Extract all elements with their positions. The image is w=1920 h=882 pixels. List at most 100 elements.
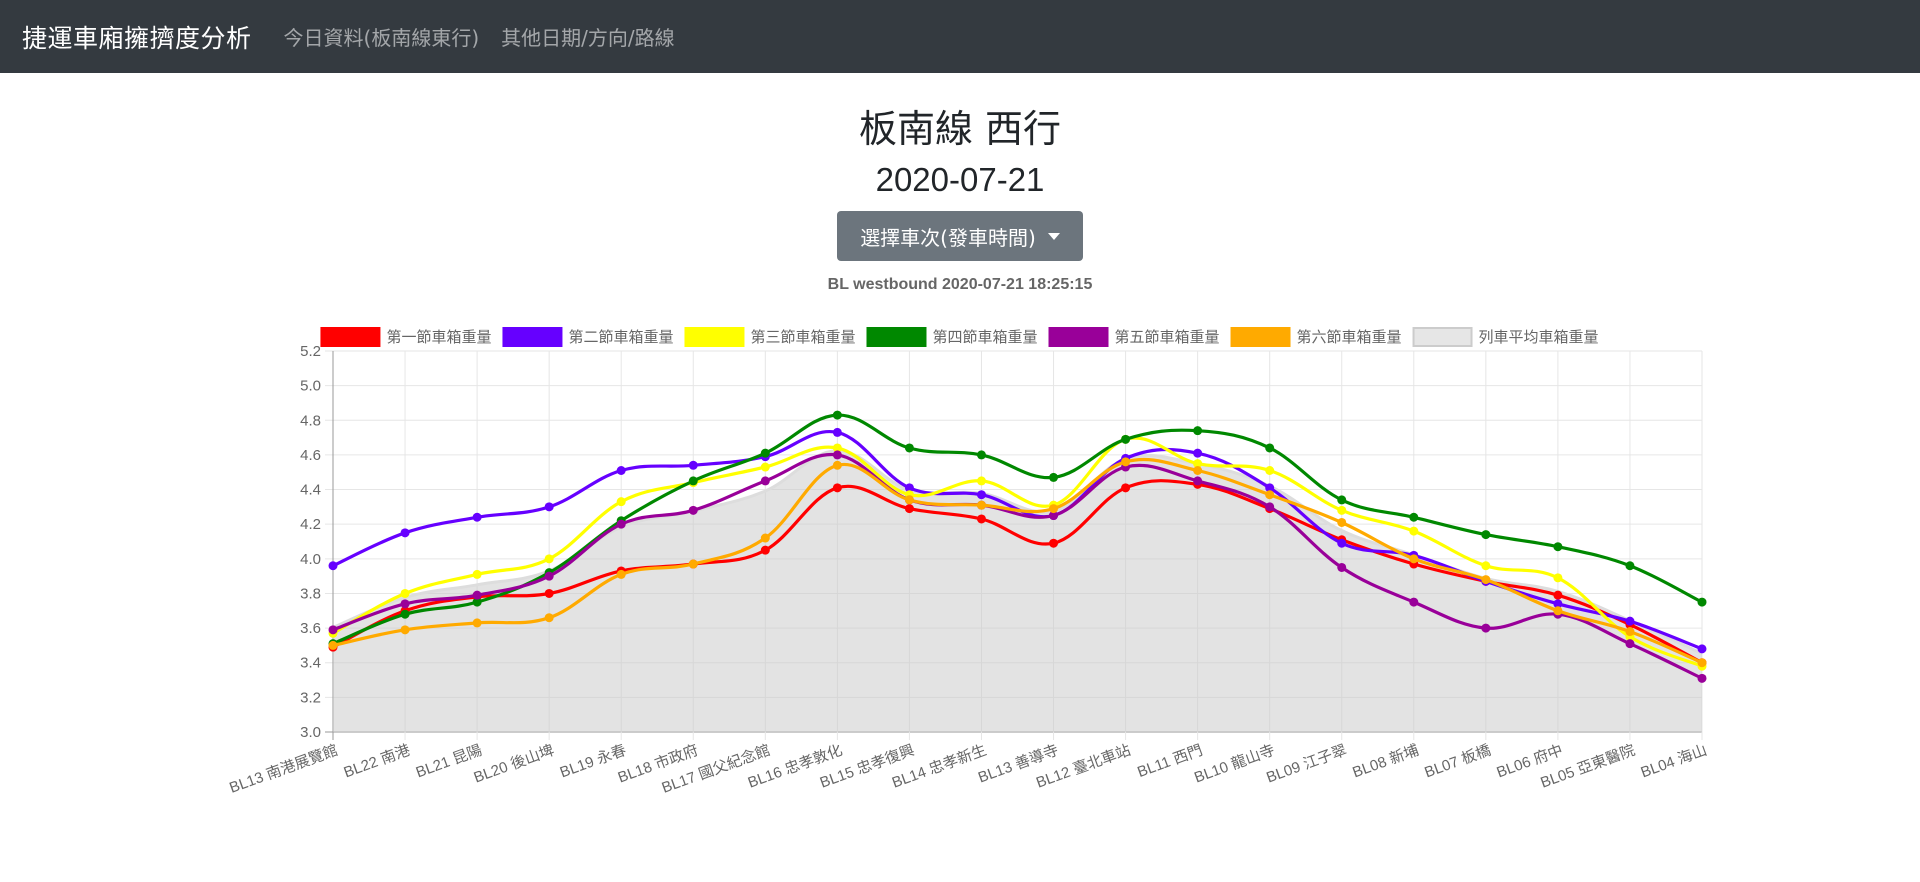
data-point[interactable]	[1265, 502, 1275, 512]
data-point[interactable]	[760, 448, 770, 458]
data-point[interactable]	[1049, 504, 1059, 514]
data-point[interactable]	[328, 640, 338, 650]
legend-item-1[interactable]: 第一節車箱重量	[320, 327, 491, 347]
legend-item-7[interactable]: 列車平均車箱重量	[1412, 327, 1599, 347]
data-point[interactable]	[1049, 538, 1059, 548]
navbar: 捷運車廂擁擠度分析 今日資料(板南線東行) 其他日期/方向/路線	[0, 0, 1920, 73]
data-point[interactable]	[832, 450, 842, 460]
data-point[interactable]	[1697, 673, 1707, 683]
data-point[interactable]	[904, 495, 914, 505]
x-tick-label: BL08 新埔	[1350, 742, 1421, 782]
data-point[interactable]	[1481, 623, 1491, 633]
data-point[interactable]	[472, 569, 482, 579]
data-point[interactable]	[1409, 526, 1419, 536]
data-point[interactable]	[760, 476, 770, 486]
data-point[interactable]	[1121, 483, 1131, 493]
data-point[interactable]	[616, 569, 626, 579]
data-point[interactable]	[328, 625, 338, 635]
legend-swatch	[1048, 327, 1109, 347]
legend-item-5[interactable]: 第五節車箱重量	[1048, 327, 1220, 347]
data-point[interactable]	[400, 625, 410, 635]
legend-item-2[interactable]: 第二節車箱重量	[502, 327, 673, 347]
data-point[interactable]	[760, 545, 770, 555]
data-point[interactable]	[1121, 434, 1131, 444]
data-point[interactable]	[1553, 590, 1563, 600]
data-point[interactable]	[832, 427, 842, 437]
data-point[interactable]	[544, 588, 554, 598]
data-point[interactable]	[616, 497, 626, 507]
data-point[interactable]	[1553, 573, 1563, 583]
data-point[interactable]	[1049, 472, 1059, 482]
data-point[interactable]	[544, 502, 554, 512]
data-point[interactable]	[1553, 606, 1563, 616]
data-point[interactable]	[976, 450, 986, 460]
data-point[interactable]	[1697, 658, 1707, 668]
data-point[interactable]	[1481, 530, 1491, 540]
data-point[interactable]	[400, 528, 410, 538]
data-point[interactable]	[1625, 639, 1635, 649]
crowding-line-chart: BL westbound 2020-07-21 18:25:15 第一節車箱重量…	[227, 276, 1709, 797]
data-point[interactable]	[688, 460, 698, 470]
data-point[interactable]	[1337, 538, 1347, 548]
data-point[interactable]	[1481, 561, 1491, 571]
legend-swatch	[1230, 327, 1291, 347]
data-point[interactable]	[1121, 457, 1131, 467]
nav-link-other-dates[interactable]: 其他日期/方向/路線	[501, 22, 674, 51]
data-point[interactable]	[1625, 627, 1635, 637]
data-point[interactable]	[688, 505, 698, 515]
data-point[interactable]	[1409, 512, 1419, 522]
data-point[interactable]	[1337, 495, 1347, 505]
data-point[interactable]	[1193, 448, 1203, 458]
data-point[interactable]	[472, 618, 482, 628]
data-point[interactable]	[472, 590, 482, 600]
data-point[interactable]	[904, 504, 914, 514]
data-point[interactable]	[904, 443, 914, 453]
data-point[interactable]	[832, 410, 842, 420]
data-point[interactable]	[832, 483, 842, 493]
data-point[interactable]	[400, 609, 410, 619]
data-point[interactable]	[976, 490, 986, 500]
data-point[interactable]	[1625, 616, 1635, 626]
nav-link-today[interactable]: 今日資料(板南線東行)	[284, 22, 480, 51]
data-point[interactable]	[976, 514, 986, 524]
data-point[interactable]	[1697, 644, 1707, 654]
data-point[interactable]	[400, 599, 410, 609]
navbar-brand[interactable]: 捷運車廂擁擠度分析	[22, 19, 252, 55]
y-tick-label: 3.8	[300, 585, 321, 602]
legend-item-3[interactable]: 第三節車箱重量	[684, 327, 855, 347]
data-point[interactable]	[1625, 561, 1635, 571]
data-point[interactable]	[544, 613, 554, 623]
y-tick-label: 4.2	[300, 516, 321, 533]
data-point[interactable]	[1337, 505, 1347, 515]
data-point[interactable]	[1409, 554, 1419, 564]
data-point[interactable]	[760, 533, 770, 543]
data-point[interactable]	[1265, 465, 1275, 475]
data-point[interactable]	[400, 588, 410, 598]
data-point[interactable]	[1481, 575, 1491, 585]
legend-item-4[interactable]: 第四節車箱重量	[866, 327, 1038, 347]
data-point[interactable]	[1697, 597, 1707, 607]
data-point[interactable]	[1337, 562, 1347, 572]
data-point[interactable]	[1409, 597, 1419, 607]
data-point[interactable]	[616, 519, 626, 529]
data-point[interactable]	[976, 476, 986, 486]
data-point[interactable]	[1193, 476, 1203, 486]
data-point[interactable]	[688, 559, 698, 569]
data-point[interactable]	[1265, 490, 1275, 500]
data-point[interactable]	[1265, 443, 1275, 453]
data-point[interactable]	[616, 465, 626, 475]
data-point[interactable]	[1553, 542, 1563, 552]
data-point[interactable]	[760, 462, 770, 472]
data-point[interactable]	[544, 571, 554, 581]
data-point[interactable]	[544, 554, 554, 564]
data-point[interactable]	[1193, 426, 1203, 436]
data-point[interactable]	[472, 512, 482, 522]
data-point[interactable]	[328, 561, 338, 571]
data-point[interactable]	[976, 500, 986, 510]
data-point[interactable]	[688, 476, 698, 486]
data-point[interactable]	[1193, 465, 1203, 475]
data-point[interactable]	[1337, 517, 1347, 527]
legend-item-6[interactable]: 第六節車箱重量	[1230, 327, 1402, 347]
data-point[interactable]	[832, 460, 842, 470]
y-tick-label: 3.6	[300, 620, 321, 637]
